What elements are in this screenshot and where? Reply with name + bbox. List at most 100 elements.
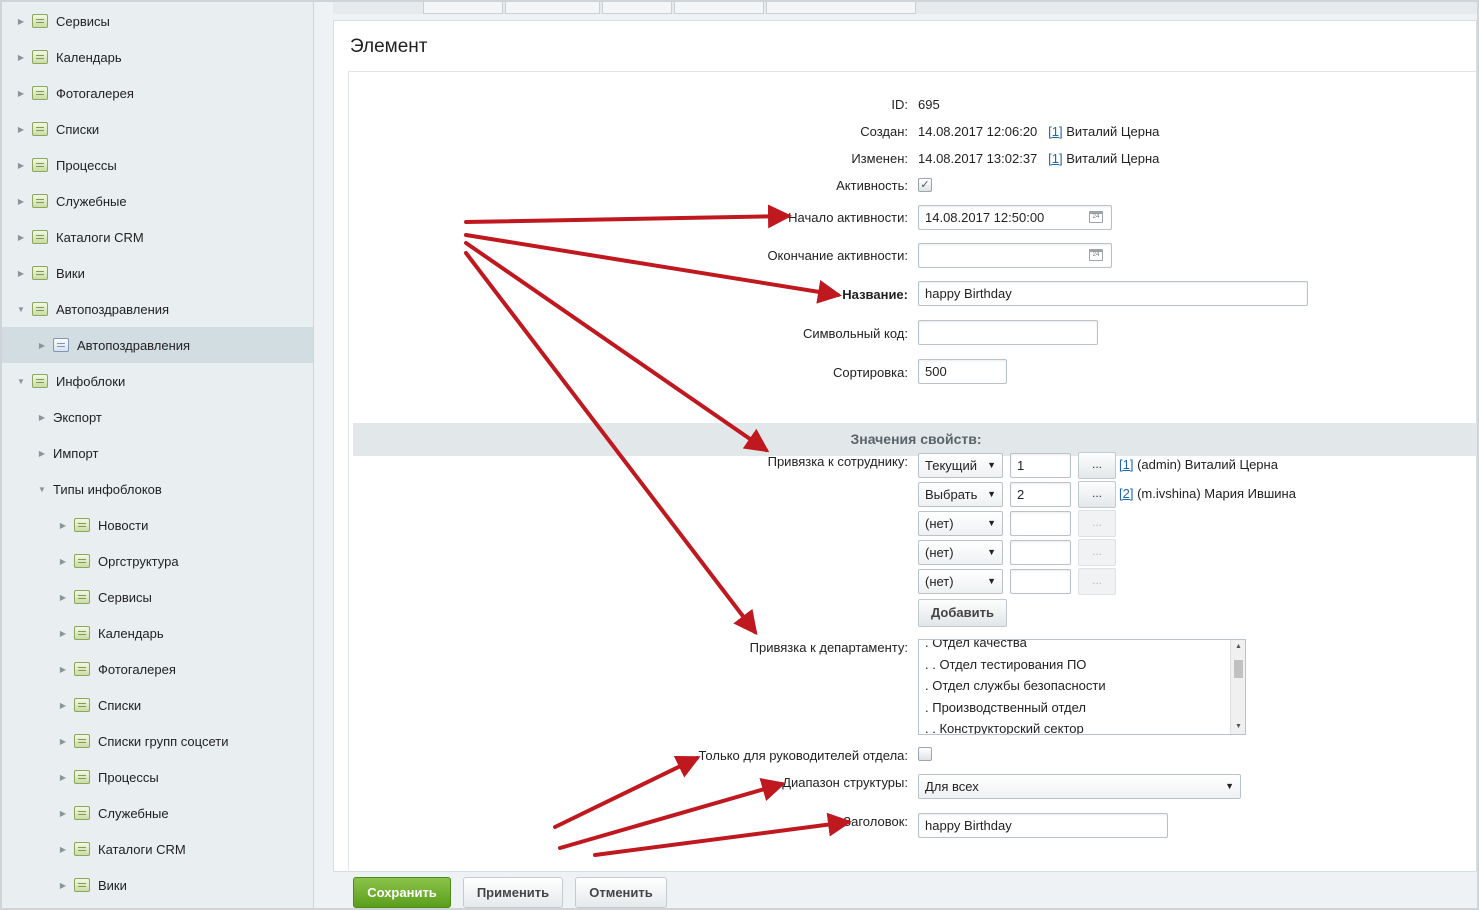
range-select[interactable]: Для всех ▼ xyxy=(918,774,1241,799)
chevron-right-icon[interactable]: ▶ xyxy=(58,881,68,890)
cancel-button[interactable]: Отменить xyxy=(575,877,667,908)
sidebar-item[interactable]: ▶ Каталоги CRM xyxy=(2,219,313,255)
chevron-right-icon[interactable]: ▶ xyxy=(58,557,68,566)
employee-mode-select[interactable]: (нет) ▼ xyxy=(918,511,1003,536)
chevron-down-icon[interactable]: ▼ xyxy=(16,377,26,386)
sidebar-item-label: Списки xyxy=(98,697,142,713)
sidebar-item[interactable]: ▶ Списки групп соцсети xyxy=(2,723,313,759)
employee-mode-select[interactable]: Текущий ▼ xyxy=(918,453,1003,478)
employee-id-input[interactable] xyxy=(1010,511,1071,536)
calendar-icon[interactable]: 24 xyxy=(1089,211,1103,223)
sidebar-item[interactable]: ▶ Служебные xyxy=(2,183,313,219)
sidebar-item[interactable]: ▶ Списки xyxy=(2,687,313,723)
employee-picker-button[interactable]: ... xyxy=(1078,452,1116,479)
sidebar-item[interactable]: ▶ Вики xyxy=(2,255,313,291)
heads-only-checkbox[interactable] xyxy=(918,747,932,761)
chevron-right-icon[interactable]: ▶ xyxy=(16,269,26,278)
chevron-right-icon[interactable]: ▶ xyxy=(58,845,68,854)
employee-picker-button[interactable]: ... xyxy=(1078,568,1116,595)
sidebar-item[interactable]: ▶ Фотогалерея xyxy=(2,651,313,687)
sidebar-item[interactable]: ▶ Процессы xyxy=(2,147,313,183)
chevron-right-icon[interactable]: ▶ xyxy=(58,593,68,602)
sidebar-item[interactable]: ▶ Сервисы xyxy=(2,579,313,615)
chevron-right-icon[interactable]: ▶ xyxy=(16,17,26,26)
chevron-right-icon[interactable]: ▶ xyxy=(16,197,26,206)
tab-3[interactable] xyxy=(602,2,672,14)
sidebar-item[interactable]: ▶ Сервисы xyxy=(2,3,313,39)
heading-input[interactable]: happy Birthday xyxy=(918,813,1168,838)
chevron-right-icon[interactable]: ▶ xyxy=(37,449,47,458)
chevron-right-icon[interactable]: ▶ xyxy=(58,521,68,530)
sidebar-item[interactable]: ▶ Списки xyxy=(2,111,313,147)
employee-mode-select[interactable]: (нет) ▼ xyxy=(918,569,1003,594)
sort-input[interactable]: 500 xyxy=(918,359,1007,384)
employee-id-input[interactable] xyxy=(1010,569,1071,594)
sidebar-item[interactable]: ▶ Экспорт xyxy=(2,399,313,435)
department-option[interactable]: . . Отдел тестирования ПО xyxy=(925,657,1086,672)
chevron-right-icon[interactable]: ▶ xyxy=(58,701,68,710)
active-checkbox[interactable]: ✓ xyxy=(918,178,932,192)
department-option[interactable]: . . Конструкторский сектор xyxy=(925,721,1084,734)
chevron-right-icon[interactable]: ▶ xyxy=(58,665,68,674)
chevron-right-icon[interactable]: ▶ xyxy=(58,737,68,746)
chevron-right-icon[interactable]: ▶ xyxy=(58,809,68,818)
sidebar-item[interactable]: ▶ Служебные xyxy=(2,795,313,831)
created-user-link[interactable]: [1] xyxy=(1048,124,1062,139)
scroll-up-icon[interactable]: ▲ xyxy=(1231,640,1245,654)
chevron-down-icon[interactable]: ▼ xyxy=(16,305,26,314)
chevron-down-icon[interactable]: ▼ xyxy=(37,485,47,494)
sidebar-item[interactable]: ▶ Оргструктура xyxy=(2,543,313,579)
employee-link[interactable]: [1] xyxy=(1119,457,1133,472)
sidebar-item[interactable]: ▶ Автопоздравления xyxy=(2,327,313,363)
employee-id-input[interactable]: 2 xyxy=(1010,482,1071,507)
scroll-down-icon[interactable]: ▼ xyxy=(1231,720,1245,734)
sidebar-item[interactable]: ▶ Фотогалерея xyxy=(2,75,313,111)
employee-id-input[interactable]: 1 xyxy=(1010,453,1071,478)
name-input[interactable]: happy Birthday xyxy=(918,281,1308,306)
department-option[interactable]: . Производственный отдел xyxy=(925,700,1086,715)
code-input[interactable] xyxy=(918,320,1098,345)
chevron-right-icon[interactable]: ▶ xyxy=(37,341,47,350)
apply-button[interactable]: Применить xyxy=(463,877,563,908)
scroll-thumb[interactable] xyxy=(1234,660,1243,678)
department-listbox[interactable]: . Отдел качества . . Отдел тестирования П… xyxy=(918,639,1246,735)
chevron-right-icon[interactable]: ▶ xyxy=(16,53,26,62)
sidebar-item[interactable]: ▶ Каталоги CRM xyxy=(2,831,313,867)
chevron-right-icon[interactable]: ▶ xyxy=(16,89,26,98)
calendar-icon[interactable]: 24 xyxy=(1089,249,1103,261)
sidebar-item[interactable]: ▼ Автопоздравления xyxy=(2,291,313,327)
employee-picker-button[interactable]: ... xyxy=(1078,510,1116,537)
chevron-right-icon[interactable]: ▶ xyxy=(37,413,47,422)
chevron-right-icon[interactable]: ▶ xyxy=(16,161,26,170)
chevron-right-icon[interactable]: ▶ xyxy=(58,629,68,638)
chevron-right-icon[interactable]: ▶ xyxy=(58,773,68,782)
tab-1[interactable] xyxy=(423,2,503,14)
department-option[interactable]: . Отдел качества xyxy=(925,640,1027,650)
modified-user-link[interactable]: [1] xyxy=(1048,151,1062,166)
chevron-right-icon[interactable]: ▶ xyxy=(16,233,26,242)
employee-picker-button[interactable]: ... xyxy=(1078,481,1116,508)
employee-link[interactable]: [2] xyxy=(1119,486,1133,501)
sidebar-item[interactable]: ▼ Типы инфоблоков xyxy=(2,471,313,507)
employee-picker-button[interactable]: ... xyxy=(1078,539,1116,566)
employee-mode-select[interactable]: (нет) ▼ xyxy=(918,540,1003,565)
tab-4[interactable] xyxy=(674,2,764,14)
active-to-input[interactable]: 24 xyxy=(918,243,1112,268)
tab-5[interactable] xyxy=(766,2,916,14)
sidebar-item[interactable]: ▶ Календарь xyxy=(2,39,313,75)
sidebar-item[interactable]: ▶ Процессы xyxy=(2,759,313,795)
department-option[interactable]: . Отдел службы безопасности xyxy=(925,678,1106,693)
sidebar-item[interactable]: ▶ Новости xyxy=(2,507,313,543)
add-employee-button[interactable]: Добавить xyxy=(918,599,1007,627)
sidebar-item[interactable]: ▶ Календарь xyxy=(2,615,313,651)
sidebar-item[interactable]: ▶ Вики xyxy=(2,867,313,903)
employee-id-input[interactable] xyxy=(1010,540,1071,565)
sidebar-item[interactable]: ▼ Инфоблоки xyxy=(2,363,313,399)
employee-mode-select[interactable]: Выбрать ▼ xyxy=(918,482,1003,507)
tab-2[interactable] xyxy=(505,2,600,14)
listbox-scrollbar[interactable]: ▲ ▼ xyxy=(1230,640,1245,734)
active-from-input[interactable]: 14.08.2017 12:50:00 24 xyxy=(918,205,1112,230)
chevron-right-icon[interactable]: ▶ xyxy=(16,125,26,134)
sidebar-item[interactable]: ▶ Импорт xyxy=(2,435,313,471)
save-button[interactable]: Сохранить xyxy=(353,877,451,908)
